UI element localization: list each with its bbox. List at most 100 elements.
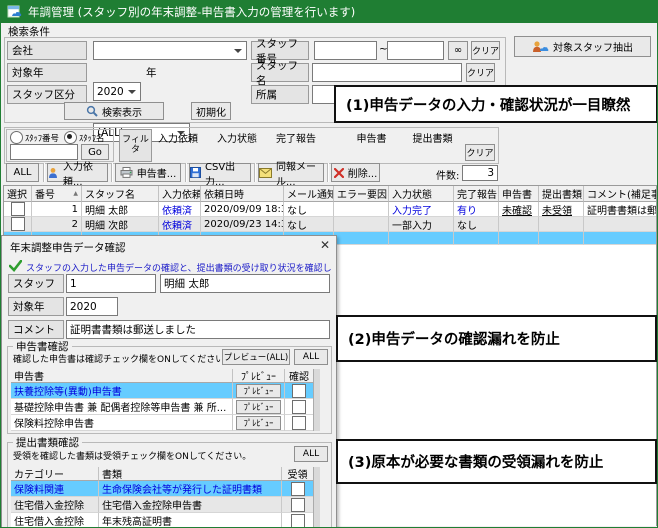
sort-asc-icon: ▲ bbox=[73, 190, 78, 197]
app-icon bbox=[7, 5, 22, 19]
input-request-button[interactable]: 入力依頼... bbox=[47, 163, 108, 182]
row-checkbox[interactable] bbox=[11, 217, 25, 231]
header-request[interactable]: 入力依頼 bbox=[159, 186, 201, 202]
target-year-select[interactable]: 2020 bbox=[93, 82, 141, 101]
dialog-comment-input[interactable]: 証明書書類は郵送しました bbox=[66, 320, 330, 339]
company-label: 会社 bbox=[7, 41, 87, 60]
doc-name: 生命保険会社等が発行した証明書類 bbox=[99, 481, 282, 497]
cell-datetime: 2020/09/23 14:35 bbox=[201, 217, 284, 232]
report-row[interactable]: 基礎控除申告書 兼 配偶者控除等申告書 兼 所... ﾌﾟﾚﾋﾞｭｰ bbox=[11, 399, 313, 415]
header-input-state[interactable]: 入力状態 bbox=[389, 186, 454, 202]
header-select[interactable]: 選択 bbox=[4, 186, 32, 202]
cell-done: 有り bbox=[454, 202, 499, 217]
cell-docs bbox=[539, 217, 584, 232]
radio-staff-name-label: ｽﾀｯﾌ名 bbox=[79, 132, 105, 144]
preview-button[interactable]: ﾌﾟﾚﾋﾞｭｰ bbox=[236, 416, 281, 430]
scrollbar-track[interactable] bbox=[313, 369, 320, 431]
dialog-close-button[interactable]: ✕ bbox=[320, 238, 330, 252]
row-checkbox[interactable] bbox=[11, 202, 25, 216]
dialog-title: 年末調整申告データ確認 bbox=[10, 240, 126, 255]
extract-target-staff-button[interactable]: 対象スタッフ抽出 bbox=[514, 36, 651, 57]
staff-name-label: スタッフ名 bbox=[251, 63, 309, 82]
header-error[interactable]: エラー要因 bbox=[334, 186, 389, 202]
submit-row[interactable]: 住宅借入金控除 年末残高証明書 bbox=[11, 513, 313, 528]
header-mail-notice[interactable]: メール通知 bbox=[284, 186, 334, 202]
staff-no-to-input[interactable] bbox=[387, 41, 444, 60]
header-submit-docs[interactable]: 提出書類 bbox=[539, 186, 584, 202]
report-row[interactable]: 扶養控除等(異動)申告書 ﾌﾟﾚﾋﾞｭｰ bbox=[11, 383, 313, 399]
report-name: 保険料控除申告書 bbox=[11, 415, 233, 431]
col-doc: 書類 bbox=[99, 467, 282, 481]
reset-button[interactable]: 初期化 bbox=[191, 102, 231, 120]
person-cloud-icon bbox=[532, 40, 549, 54]
preview-button[interactable]: ﾌﾟﾚﾋﾞｭｰ bbox=[236, 384, 281, 398]
target-year-label: 対象年 bbox=[7, 63, 87, 82]
dialog-comment-label: コメント bbox=[8, 320, 64, 339]
staff-no-from-input[interactable] bbox=[314, 41, 377, 60]
col-category: カテゴリー bbox=[11, 467, 99, 481]
submit-all-button[interactable]: ALL bbox=[294, 446, 328, 462]
submit-row[interactable]: 保険料関連 生命保険会社等が発行した証明書類 bbox=[11, 481, 313, 497]
radio-staff-number[interactable] bbox=[10, 131, 23, 144]
report-print-button[interactable]: 申告書... bbox=[115, 163, 181, 182]
person-icon bbox=[48, 167, 59, 179]
range-infinity-button[interactable]: ∞ bbox=[448, 41, 468, 60]
grid-row-1[interactable]: 1 明細 太郎 依頼済 2020/09/09 18:36 なし 入力完了 有り … bbox=[4, 202, 656, 217]
submit-row[interactable]: 住宅借入金控除 住宅借入金控除申告書 bbox=[11, 497, 313, 513]
dialog-year-value: 2020 bbox=[66, 297, 118, 316]
header-comment[interactable]: コメント(補足事項) bbox=[584, 186, 656, 202]
report-table-header: 申告書 ﾌﾟﾚﾋﾞｭｰ 確認 bbox=[11, 369, 313, 383]
confirm-checkbox[interactable] bbox=[292, 400, 306, 414]
receive-checkbox[interactable] bbox=[291, 498, 305, 512]
filter-col-label-done: 完了報告 bbox=[268, 130, 324, 145]
report-row[interactable]: 保険料控除申告書 ﾌﾟﾚﾋﾞｭｰ bbox=[11, 415, 313, 431]
confirm-checkbox[interactable] bbox=[292, 384, 306, 398]
cell-docs bbox=[539, 232, 584, 245]
header-done-report[interactable]: 完了報告 bbox=[454, 186, 499, 202]
doc-category: 住宅借入金控除 bbox=[11, 513, 99, 528]
docs-unreceived-link[interactable]: 未受領 bbox=[542, 202, 572, 217]
staff-name-input[interactable] bbox=[312, 63, 462, 82]
delete-button[interactable]: 削除... bbox=[331, 163, 380, 182]
confirm-checkbox[interactable] bbox=[292, 416, 306, 430]
dialog-staff-name: 明細 太郎 bbox=[160, 274, 330, 293]
department-label: 所属 bbox=[251, 85, 309, 104]
staff-no-clear-button[interactable]: クリア bbox=[471, 41, 500, 60]
submit-instruction: 受領を確認した書類は受領チェック欄をONしてください。 bbox=[13, 449, 291, 462]
col-report: 申告書 bbox=[11, 369, 233, 383]
scrollbar-track[interactable] bbox=[313, 467, 320, 528]
report-confirm-group: 申告書確認 確認した申告書は確認チェック欄をONしてください。 プレビュー(AL… bbox=[7, 346, 332, 434]
envelope-icon bbox=[259, 168, 272, 178]
grid-row-2[interactable]: 2 明細 次郎 依頼済 2020/09/23 14:35 なし 一部入力 なし bbox=[4, 217, 656, 232]
floppy-icon bbox=[190, 167, 201, 178]
cell-report bbox=[499, 217, 539, 232]
search-display-button[interactable]: 検索表示 bbox=[64, 102, 164, 120]
app-window: 年調管理 (スタッフ別の年末調整-申告書入力の管理を行います) 検索条件 会社 … bbox=[0, 0, 658, 528]
radio-staff-name[interactable] bbox=[64, 131, 77, 144]
preview-button[interactable]: ﾌﾟﾚﾋﾞｭｰ bbox=[236, 400, 281, 414]
header-no[interactable]: 番号▲ bbox=[32, 186, 82, 202]
select-all-button[interactable]: ALL bbox=[6, 163, 39, 182]
csv-export-button[interactable]: CSV出力... bbox=[189, 163, 251, 182]
cell-error bbox=[334, 232, 389, 245]
window-title: 年調管理 (スタッフ別の年末調整-申告書入力の管理を行います) bbox=[28, 4, 355, 20]
delete-x-icon bbox=[334, 168, 344, 178]
report-name: 扶養控除等(異動)申告書 bbox=[11, 383, 233, 399]
dialog-year-label: 対象年 bbox=[8, 297, 64, 316]
receive-checkbox[interactable] bbox=[291, 514, 305, 528]
cell-state bbox=[389, 232, 454, 245]
preview-all-button[interactable]: プレビュー(ALL) bbox=[222, 349, 290, 365]
company-select[interactable] bbox=[93, 41, 247, 60]
doc-category: 住宅借入金控除 bbox=[11, 497, 99, 513]
report-all-button[interactable]: ALL bbox=[294, 349, 328, 365]
cell-comment bbox=[584, 217, 656, 232]
receive-checkbox[interactable] bbox=[291, 482, 305, 496]
staff-name-clear-button[interactable]: クリア bbox=[466, 63, 495, 82]
filter-clear-button[interactable]: クリア bbox=[465, 144, 495, 161]
broadcast-mail-button[interactable]: 同報メール... bbox=[258, 163, 324, 182]
header-request-datetime[interactable]: 依頼日時 bbox=[201, 186, 284, 202]
report-unconfirmed-link[interactable]: 未確認 bbox=[502, 202, 532, 217]
toolbar-separator bbox=[254, 163, 256, 182]
header-staff-name[interactable]: スタッフ名 bbox=[82, 186, 159, 202]
header-report[interactable]: 申告書 bbox=[499, 186, 539, 202]
